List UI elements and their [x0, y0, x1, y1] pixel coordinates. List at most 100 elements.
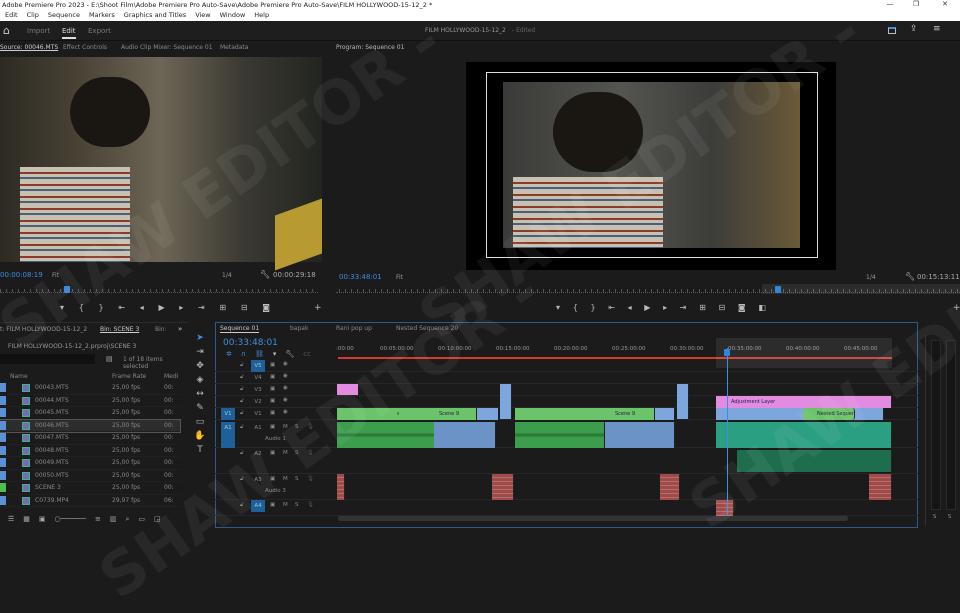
insert-icon[interactable]: ⊞ [219, 303, 226, 312]
tab-program[interactable]: Program: Sequence 01 [336, 41, 404, 55]
audio-clip-a1-blue[interactable] [605, 422, 675, 448]
tab-edit[interactable]: Edit [62, 21, 76, 39]
eye-icon[interactable]: ◉ [283, 409, 288, 415]
tab-metadata[interactable]: Metadata [220, 41, 248, 55]
track-select-tool-icon[interactable]: ⇥ [194, 347, 206, 357]
menu-edit[interactable]: Edit [5, 11, 18, 19]
eye-icon[interactable]: ◉ [283, 385, 288, 391]
sync-lock-icon[interactable]: ▣ [270, 410, 275, 416]
menu-view[interactable]: View [195, 11, 210, 19]
audio-clip-a3[interactable] [337, 474, 345, 500]
tab-effect-controls[interactable]: Effect Controls [63, 41, 107, 55]
mute-button[interactable]: M [283, 476, 288, 482]
camera-icon[interactable]: ◙ [738, 303, 746, 312]
tab-bapak[interactable]: bapak [290, 325, 308, 332]
go-to-out-icon[interactable]: ⇥ [198, 303, 205, 312]
slip-tool-icon[interactable]: ↔ [194, 389, 206, 399]
maximize-button[interactable]: ❐ [906, 0, 926, 8]
menu-sequence[interactable]: Sequence [48, 11, 80, 19]
audio-clip-a4[interactable] [716, 500, 734, 516]
menu-markers[interactable]: Markers [89, 11, 115, 19]
razor-tool-icon[interactable]: ◈ [194, 375, 206, 385]
clip-adjustment-layer[interactable]: Adjustment Layer [716, 396, 892, 408]
safe-margin-box[interactable] [486, 72, 818, 258]
clip-v3-pink[interactable] [337, 384, 359, 395]
step-back-icon[interactable]: ◂ [628, 303, 632, 312]
source-video-frame[interactable] [0, 57, 322, 271]
menu-help[interactable]: Help [254, 11, 269, 19]
solo-button[interactable]: S [295, 450, 299, 456]
mic-icon[interactable]: 🎙︎ [307, 424, 314, 430]
tab-bin[interactable]: Bin: [155, 326, 167, 333]
mic-icon[interactable]: 🎙︎ [307, 476, 314, 482]
type-tool-icon[interactable]: T [194, 445, 206, 455]
tab-source[interactable]: Source: 00046.MTS [0, 41, 58, 55]
mark-in-icon[interactable]: { [573, 303, 578, 312]
marker-icon[interactable]: ▾ [556, 303, 560, 312]
rectangle-tool-icon[interactable]: ▭ [194, 417, 206, 427]
mute-button[interactable]: M [283, 424, 288, 430]
add-button-icon[interactable]: + [314, 303, 322, 313]
solo-left-button[interactable]: S [933, 514, 936, 520]
column-media[interactable]: Medi [164, 373, 178, 380]
lock-icon[interactable]: 🔓︎ [240, 374, 244, 381]
source-patch[interactable]: V1 [221, 408, 235, 420]
more-tabs-icon[interactable]: » [178, 325, 182, 333]
project-item[interactable]: 00044.MTS 25,00 fps 00: [0, 395, 180, 407]
project-item[interactable]: 00043.MTS 25,00 fps 00: [0, 382, 180, 395]
clip-nested-sequence[interactable]: Nested Sequenc [803, 408, 855, 420]
source-playhead[interactable] [64, 286, 70, 293]
icon-view-icon[interactable]: ▦ [23, 515, 30, 524]
extract-icon[interactable]: ⊟ [719, 303, 726, 312]
mute-button[interactable]: M [283, 502, 288, 508]
project-item[interactable]: 00047.MTS 25,00 fps 00: [0, 432, 180, 445]
close-button[interactable]: ✕ [935, 0, 955, 8]
tab-project[interactable]: t: FILM HOLLYWOOD-15-12_2 [0, 326, 87, 333]
project-item[interactable]: C0739.MP4 29,97 fps 06: [0, 495, 180, 507]
mic-icon[interactable]: 🎙︎ [307, 502, 314, 508]
new-bin-icon[interactable]: ▭ [138, 515, 145, 524]
lock-icon[interactable]: 🔓︎ [240, 476, 244, 483]
track-target[interactable]: A4 [251, 500, 265, 512]
linked-selection-icon[interactable]: ⛓ [255, 350, 264, 358]
marker-icon[interactable]: ▾ [60, 303, 64, 312]
mark-out-icon[interactable]: } [590, 303, 595, 312]
timeline-timecode[interactable]: 00:33:48:01 [223, 338, 278, 348]
source-resolution-dropdown[interactable]: 1/4 [222, 272, 232, 279]
add-marker-icon[interactable]: ▾ [273, 350, 277, 358]
freeform-view-icon[interactable]: ▣ [39, 515, 46, 524]
clip-v1-blue[interactable] [655, 408, 675, 420]
go-to-in-icon[interactable]: ⇤ [608, 303, 615, 312]
voice-over-icon[interactable]: ▣ [270, 450, 275, 456]
program-playhead[interactable] [775, 286, 781, 293]
voice-over-icon[interactable]: ▣ [270, 476, 275, 482]
audio-clip-a1[interactable] [515, 422, 605, 448]
step-back-icon[interactable]: ◂ [140, 303, 144, 312]
overwrite-icon[interactable]: ⊟ [241, 303, 248, 312]
lock-icon[interactable]: 🔓︎ [240, 362, 244, 369]
solo-right-button[interactable]: S [948, 514, 951, 520]
snap-icon[interactable]: ∩ [241, 350, 246, 358]
timeline-horizontal-scrollbar[interactable] [338, 516, 848, 521]
track-target[interactable]: V1 [251, 408, 265, 420]
menu-clip[interactable]: Clip [27, 11, 39, 19]
playhead-handle[interactable] [724, 349, 730, 356]
wrench-icon[interactable]: 🔧︎ [905, 272, 915, 281]
clip-v1-scene9[interactable]: Scene 9 [399, 408, 477, 420]
search-input[interactable] [0, 354, 95, 364]
lift-icon[interactable]: ⊞ [699, 303, 706, 312]
project-item[interactable]: 00045.MTS 25,00 fps 00: [0, 407, 180, 420]
track-target[interactable]: A1 [251, 422, 265, 434]
solo-button[interactable]: S [295, 502, 299, 508]
comparison-view-icon[interactable]: ◧ [758, 303, 766, 312]
program-fit-dropdown[interactable]: Fit [396, 274, 403, 281]
tab-export[interactable]: Export [88, 21, 111, 41]
zoom-slider[interactable]: ○────── [55, 515, 86, 524]
eye-icon[interactable]: ◉ [283, 397, 288, 403]
clip-v1-blue[interactable] [477, 408, 499, 420]
voice-over-icon[interactable]: ▣ [270, 502, 275, 508]
sync-lock-icon[interactable]: ▣ [270, 374, 275, 380]
track-target[interactable]: A3 [251, 474, 265, 486]
mic-icon[interactable]: 🎙︎ [307, 450, 314, 456]
track-target[interactable]: A2 [251, 448, 265, 460]
